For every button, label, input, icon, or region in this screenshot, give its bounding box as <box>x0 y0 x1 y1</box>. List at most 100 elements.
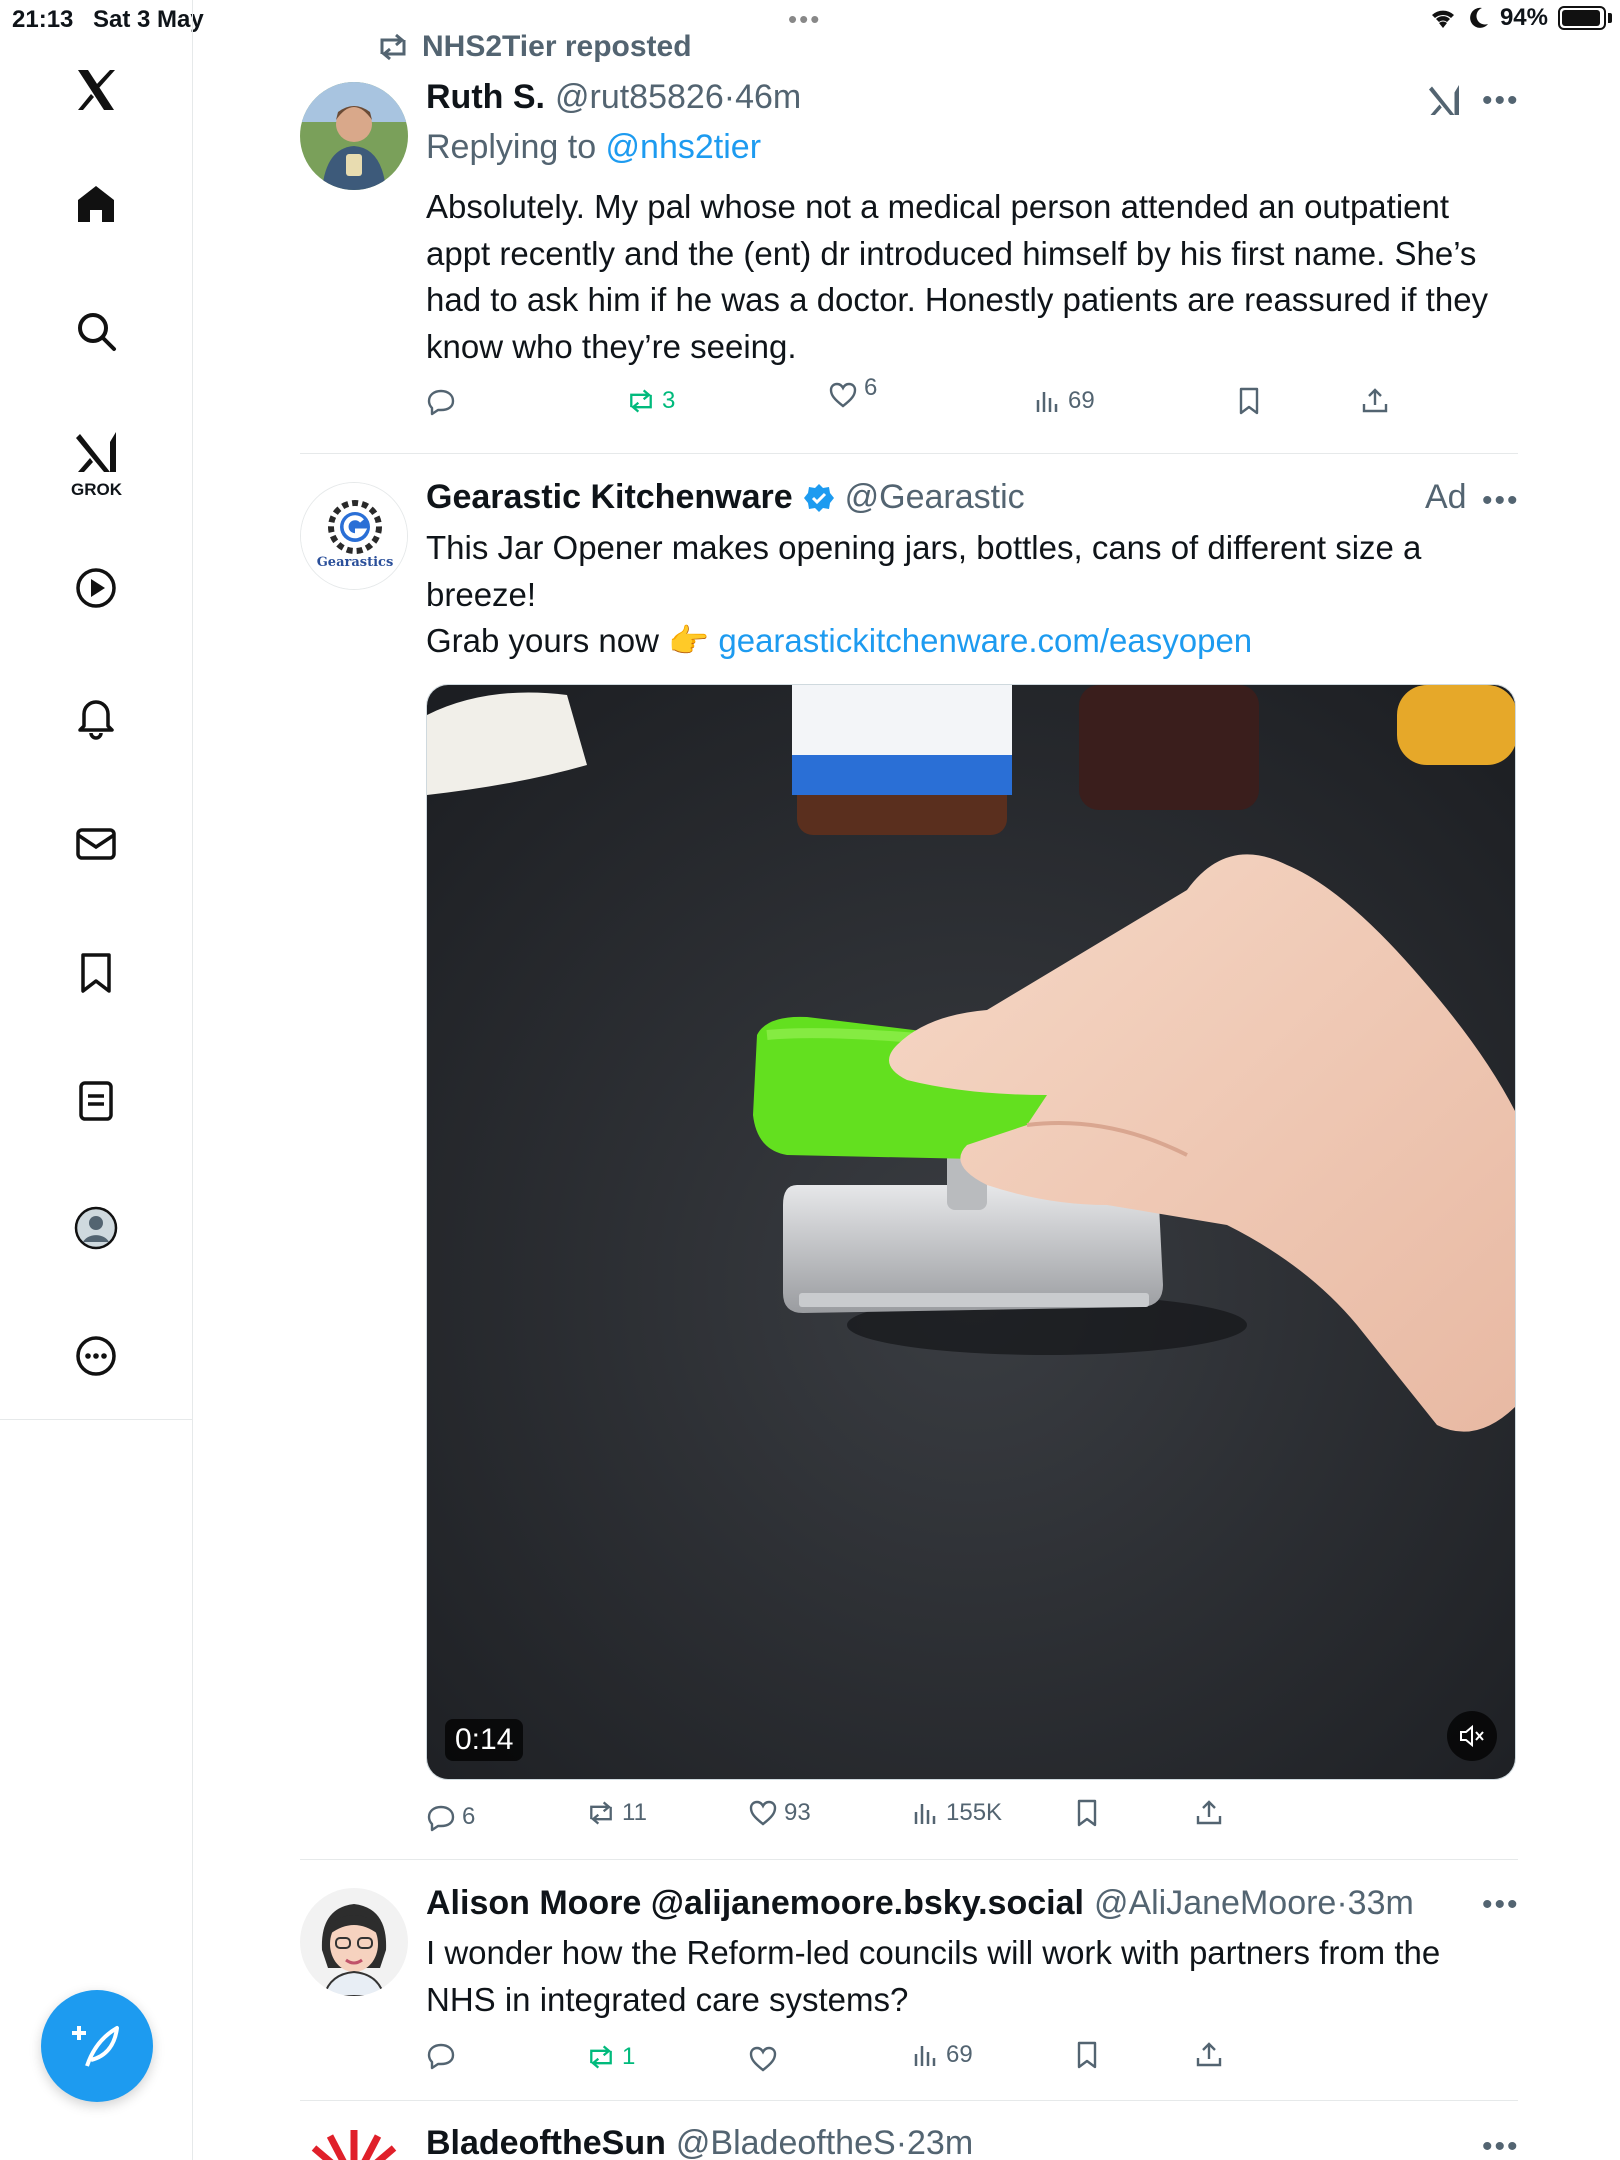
compose-post-button[interactable] <box>41 1990 153 2102</box>
repost-icon <box>590 1801 612 1825</box>
bookmark-icon <box>1077 2041 1097 2069</box>
handle[interactable]: @Gearastic <box>845 478 1025 517</box>
reply-icon <box>427 389 455 416</box>
repost-icon <box>590 2045 612 2069</box>
views-icon <box>1036 392 1058 412</box>
bookmark-button[interactable] <box>1234 386 1264 416</box>
search-icon[interactable] <box>56 291 136 371</box>
reply-icon <box>427 1805 455 1832</box>
share-icon <box>1196 2042 1222 2067</box>
post-text: I wonder how the Reform-led councils wil… <box>426 1934 1441 2018</box>
wifi-icon <box>1431 10 1454 28</box>
avatar-brand-text: Gearastics <box>316 555 394 570</box>
grok-label: GROK <box>71 480 122 499</box>
status-bar: 21:13 Sat 3 May ••• 94% <box>0 0 1620 40</box>
share-button[interactable] <box>1194 2040 1224 2070</box>
multitask-dots[interactable]: ••• <box>788 4 821 35</box>
home-icon[interactable] <box>56 164 136 244</box>
bookmark-icon <box>1239 387 1259 415</box>
video-player[interactable]: 0:14 <box>426 684 1516 1780</box>
post-time[interactable]: 46m <box>735 78 801 117</box>
post-author-row: Gearastic Kitchenware @Gearastic <box>426 478 1025 517</box>
more-options-icon[interactable]: ••• <box>1482 84 1520 118</box>
like-button[interactable]: 93 <box>748 1798 811 1828</box>
avatar[interactable] <box>300 82 408 190</box>
views-button[interactable]: 69 <box>1032 386 1095 416</box>
handle[interactable]: @BladeoftheS <box>676 2124 896 2160</box>
views-icon <box>914 1804 936 1824</box>
bookmark-button[interactable] <box>1072 1798 1102 1828</box>
views-count: 155K <box>946 1799 1003 1826</box>
repost-count: 3 <box>662 387 676 414</box>
views-button[interactable]: 155K <box>910 1798 1002 1828</box>
views-button[interactable]: 69 <box>910 2040 973 2070</box>
video-icon[interactable] <box>56 548 136 628</box>
share-icon <box>1196 1800 1222 1825</box>
messages-icon[interactable] <box>56 804 136 884</box>
grok-post-icon[interactable] <box>1426 82 1462 118</box>
repost-button[interactable]: 11 <box>586 1798 647 1828</box>
bookmark-icon <box>1077 1799 1097 1827</box>
like-count: 6 <box>864 374 878 401</box>
repost-button[interactable]: 3 <box>626 386 675 416</box>
display-name[interactable]: Alison Moore @alijanemoore.bsky.social <box>426 1884 1084 1923</box>
replying-to-link[interactable]: @nhs2tier <box>606 128 761 166</box>
handle[interactable]: @rut85826 <box>555 78 724 117</box>
more-options-icon[interactable]: ••• <box>1482 484 1520 518</box>
more-options-icon[interactable]: ••• <box>1482 2130 1520 2160</box>
sidebar: GROK <box>0 0 193 1420</box>
like-button[interactable]: 6 <box>828 374 877 410</box>
post-author-row: Alison Moore @alijanemoore.bsky.social @… <box>426 1884 1414 1923</box>
display-name[interactable]: Gearastic Kitchenware <box>426 478 793 517</box>
battery-icon <box>1558 6 1606 30</box>
post-text: Absolutely. My pal whose not a medical p… <box>426 188 1489 365</box>
bookmark-button[interactable] <box>1072 2040 1102 2070</box>
views-count: 69 <box>946 2041 973 2068</box>
avatar[interactable] <box>300 1888 408 1996</box>
video-frame <box>427 685 1515 1779</box>
video-duration: 0:14 <box>445 1719 524 1761</box>
reply-button[interactable]: 6 <box>426 1802 475 1832</box>
repost-label: NHS2Tier reposted <box>422 30 692 63</box>
reply-button[interactable] <box>426 386 462 416</box>
share-button[interactable] <box>1194 1798 1224 1828</box>
reply-icon <box>427 2043 455 2070</box>
moon-icon <box>1470 7 1488 28</box>
avatar[interactable] <box>300 2128 408 2160</box>
repost-icon <box>630 389 652 413</box>
more-menu-icon[interactable] <box>56 1316 136 1396</box>
notifications-icon[interactable] <box>56 676 136 756</box>
profile-icon[interactable] <box>56 1188 136 1268</box>
reply-count: 6 <box>462 1803 476 1830</box>
x-logo-icon[interactable] <box>56 50 136 130</box>
muted-speaker-icon <box>1460 1724 1484 1748</box>
ad-link[interactable]: gearastickitchenware.com/easyopen <box>718 622 1252 659</box>
handle[interactable]: @AliJaneMoore <box>1094 1884 1336 1923</box>
battery-percent: 94% <box>1499 4 1548 31</box>
ad-label: Ad <box>1425 478 1467 516</box>
display-name[interactable]: Ruth S. <box>426 78 545 117</box>
replying-to: Replying to @nhs2tier <box>426 128 762 166</box>
post-time[interactable]: 33m <box>1348 1884 1414 1923</box>
like-count: 93 <box>784 1799 811 1826</box>
views-icon <box>914 2046 936 2066</box>
reply-button[interactable] <box>426 2040 462 2070</box>
display-name[interactable]: BladeoftheSun <box>426 2124 666 2160</box>
share-button[interactable] <box>1360 386 1390 416</box>
repost-indicator[interactable]: NHS2Tier reposted <box>376 30 692 64</box>
heart-icon <box>829 382 857 408</box>
status-indicators: 94% <box>1428 4 1612 32</box>
bookmarks-icon[interactable] <box>56 933 136 1013</box>
mute-button[interactable] <box>1447 1711 1497 1761</box>
post-time[interactable]: 23m <box>907 2124 973 2160</box>
more-options-icon[interactable]: ••• <box>1482 1888 1520 1922</box>
share-icon <box>1362 388 1388 413</box>
lists-icon[interactable] <box>56 1061 136 1141</box>
verified-badge-icon <box>803 483 834 512</box>
like-button[interactable] <box>748 2044 784 2074</box>
post-text: This Jar Opener makes opening jars, bott… <box>426 529 1422 659</box>
avatar[interactable]: Gearastics <box>300 482 408 590</box>
repost-icon <box>380 33 406 61</box>
repost-button[interactable]: 1 <box>586 2042 635 2072</box>
post-author-row: BladeoftheSun @BladeoftheS · 23m <box>426 2124 973 2160</box>
